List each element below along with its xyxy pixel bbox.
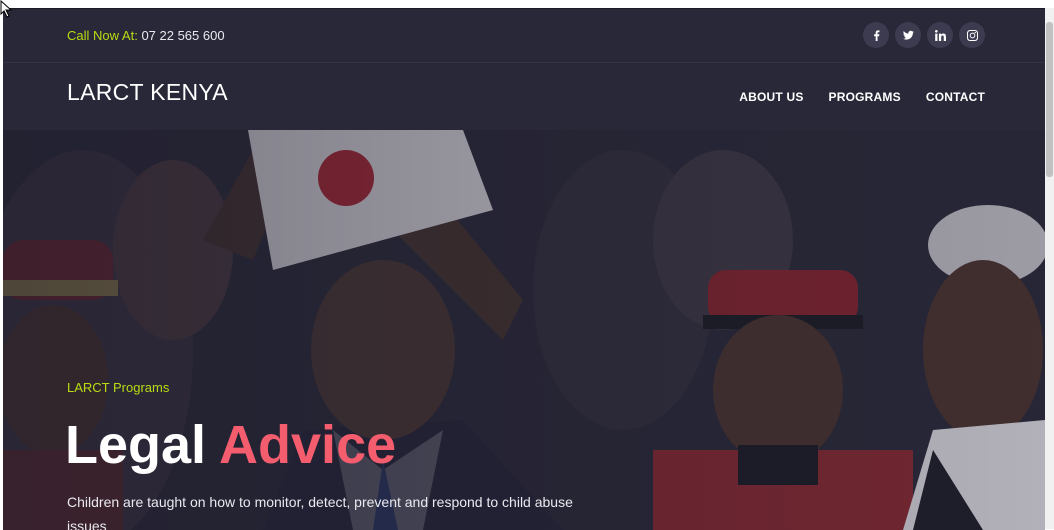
mouse-pointer-icon: [0, 0, 13, 18]
page-scrollbar[interactable]: [1045, 8, 1054, 529]
facebook-icon[interactable]: [863, 22, 889, 48]
nav-programs[interactable]: PROGRAMS: [829, 90, 901, 104]
phone-number[interactable]: 07 22 565 600: [141, 28, 224, 43]
hero-subtitle: LARCT Programs: [67, 380, 170, 395]
hero-description: Children are taught on how to monitor, d…: [67, 494, 573, 530]
nav-menu: ABOUT US PROGRAMS CONTACT: [739, 90, 985, 104]
hero-title: Legal Advice: [65, 412, 396, 478]
top-bar: Call Now At: 07 22 565 600: [3, 9, 1045, 63]
call-label: Call Now At:: [67, 28, 138, 43]
social-links: [863, 22, 985, 48]
brand-logo[interactable]: LARCT KENYA: [67, 79, 228, 106]
nav-contact[interactable]: CONTACT: [926, 90, 985, 104]
call-info: Call Now At: 07 22 565 600: [67, 28, 225, 43]
linkedin-icon[interactable]: [927, 22, 953, 48]
twitter-icon[interactable]: [895, 22, 921, 48]
hero-section: LARCT Programs Legal Advice Children are…: [3, 130, 1045, 530]
hero-title-main: Legal: [65, 415, 207, 475]
main-navbar: LARCT KENYA ABOUT US PROGRAMS CONTACT: [3, 63, 1045, 130]
scrollbar-thumb[interactable]: [1046, 22, 1053, 177]
browser-viewport: Call Now At: 07 22 565 600 LARCT KENYA A…: [3, 8, 1045, 530]
hero-title-accent: Advice: [219, 415, 397, 475]
instagram-icon[interactable]: [959, 22, 985, 48]
nav-about-us[interactable]: ABOUT US: [739, 90, 803, 104]
